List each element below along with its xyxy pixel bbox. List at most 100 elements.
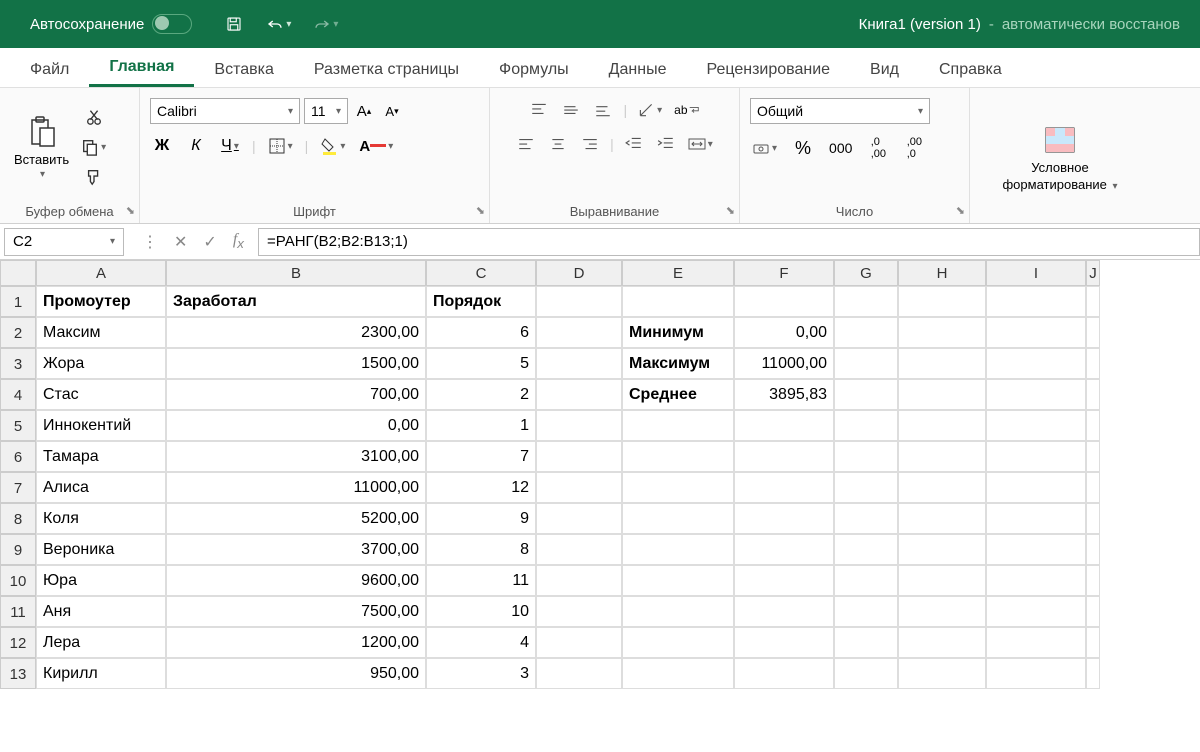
spreadsheet-grid[interactable]: ABCDEFGHIJ1ПромоутерЗаработалПорядок2Мак… (0, 260, 1200, 689)
cell-earned[interactable]: 700,00 (166, 379, 426, 410)
cell[interactable] (834, 379, 898, 410)
cell-earned[interactable]: 1200,00 (166, 627, 426, 658)
cell[interactable] (986, 379, 1086, 410)
copy-icon[interactable]: ▾ (79, 135, 108, 159)
cell-earned[interactable]: 9600,00 (166, 565, 426, 596)
row-header-4[interactable]: 4 (0, 379, 36, 410)
row-header-2[interactable]: 2 (0, 317, 36, 348)
decrease-indent-icon[interactable] (622, 132, 646, 156)
cell[interactable] (536, 627, 622, 658)
tab-вид[interactable]: Вид (850, 53, 919, 87)
col-header-G[interactable]: G (834, 260, 898, 286)
launcher-icon[interactable]: ⬊ (956, 204, 965, 217)
row-header-5[interactable]: 5 (0, 410, 36, 441)
cell[interactable] (898, 627, 986, 658)
cell[interactable] (834, 286, 898, 317)
row-header-8[interactable]: 8 (0, 503, 36, 534)
col-header-A[interactable]: A (36, 260, 166, 286)
cell[interactable] (834, 596, 898, 627)
cell-rank[interactable]: 10 (426, 596, 536, 627)
cell-rank[interactable]: 7 (426, 441, 536, 472)
row-header-10[interactable]: 10 (0, 565, 36, 596)
cell-stat-value[interactable] (734, 627, 834, 658)
cell[interactable] (986, 472, 1086, 503)
cell-earned[interactable]: 950,00 (166, 658, 426, 689)
cell-stat-value[interactable]: 11000,00 (734, 348, 834, 379)
cell-stat-label[interactable] (622, 658, 734, 689)
cell[interactable] (986, 441, 1086, 472)
cell[interactable] (1086, 503, 1100, 534)
row-header-7[interactable]: 7 (0, 472, 36, 503)
cell-rank[interactable]: 6 (426, 317, 536, 348)
merge-icon[interactable]: ▾ (686, 132, 715, 156)
align-left-icon[interactable] (514, 132, 538, 156)
cell-stat-label[interactable] (622, 410, 734, 441)
col-header-B[interactable]: B (166, 260, 426, 286)
select-all-corner[interactable] (0, 260, 36, 286)
cell[interactable] (536, 317, 622, 348)
undo-icon[interactable]: ▾ (264, 12, 293, 36)
cell[interactable] (834, 441, 898, 472)
tab-формулы[interactable]: Формулы (479, 53, 589, 87)
cell-rank[interactable]: 9 (426, 503, 536, 534)
cell-rank[interactable]: 8 (426, 534, 536, 565)
col-header-I[interactable]: I (986, 260, 1086, 286)
col-header-E[interactable]: E (622, 260, 734, 286)
cell-name[interactable]: Лера (36, 627, 166, 658)
cell-stat-value[interactable] (734, 503, 834, 534)
cell-rank[interactable]: 3 (426, 658, 536, 689)
increase-decimal-icon[interactable]: ,0,00 (866, 134, 890, 162)
tab-справка[interactable]: Справка (919, 53, 1022, 87)
cell[interactable] (536, 503, 622, 534)
increase-indent-icon[interactable] (654, 132, 678, 156)
tab-данные[interactable]: Данные (589, 53, 687, 87)
cell-earned[interactable]: 1500,00 (166, 348, 426, 379)
cell[interactable] (834, 627, 898, 658)
cell[interactable] (1086, 534, 1100, 565)
cell-name[interactable]: Кирилл (36, 658, 166, 689)
cell-rank[interactable]: 12 (426, 472, 536, 503)
cell-earned[interactable]: 3700,00 (166, 534, 426, 565)
cell[interactable] (536, 379, 622, 410)
cell[interactable] (1086, 472, 1100, 503)
orientation-icon[interactable]: ▾ (635, 98, 664, 122)
cell[interactable] (536, 596, 622, 627)
cell[interactable] (898, 565, 986, 596)
italic-button[interactable]: К (184, 134, 208, 158)
cell[interactable] (1086, 565, 1100, 596)
col-header-J[interactable]: J (1086, 260, 1100, 286)
row-header-13[interactable]: 13 (0, 658, 36, 689)
cell[interactable] (834, 534, 898, 565)
tab-рецензирование[interactable]: Рецензирование (686, 53, 850, 87)
increase-font-icon[interactable]: A▴ (352, 99, 376, 123)
cell-earned[interactable]: 11000,00 (166, 472, 426, 503)
cell-earned[interactable]: 3100,00 (166, 441, 426, 472)
align-right-icon[interactable] (578, 132, 602, 156)
cell[interactable] (898, 472, 986, 503)
enter-icon[interactable]: ✓ (197, 230, 222, 254)
number-format-select[interactable]: Общий▾ (750, 98, 930, 124)
bold-button[interactable]: Ж (150, 134, 174, 158)
cell-stat-label[interactable] (622, 472, 734, 503)
fx-icon[interactable]: fx (227, 229, 250, 253)
row-header-6[interactable]: 6 (0, 441, 36, 472)
cell-rank[interactable]: 2 (426, 379, 536, 410)
cell-stat-value[interactable]: 0,00 (734, 317, 834, 348)
underline-button[interactable]: Ч▾ (218, 134, 242, 158)
cell-earned[interactable]: 7500,00 (166, 596, 426, 627)
cell[interactable] (834, 503, 898, 534)
cell-name[interactable]: Алиса (36, 472, 166, 503)
cell[interactable] (898, 441, 986, 472)
launcher-icon[interactable]: ⬊ (726, 204, 735, 217)
cell-name[interactable]: Юра (36, 565, 166, 596)
cell-stat-label[interactable] (622, 627, 734, 658)
cell[interactable] (536, 410, 622, 441)
cell-stat-label[interactable]: Максимум (622, 348, 734, 379)
cell[interactable] (986, 503, 1086, 534)
percent-icon[interactable]: % (791, 136, 815, 161)
cell[interactable] (536, 534, 622, 565)
font-size-select[interactable]: 11▾ (304, 98, 348, 124)
cell-name[interactable]: Аня (36, 596, 166, 627)
cell[interactable] (1086, 596, 1100, 627)
currency-icon[interactable]: ▾ (750, 136, 779, 160)
